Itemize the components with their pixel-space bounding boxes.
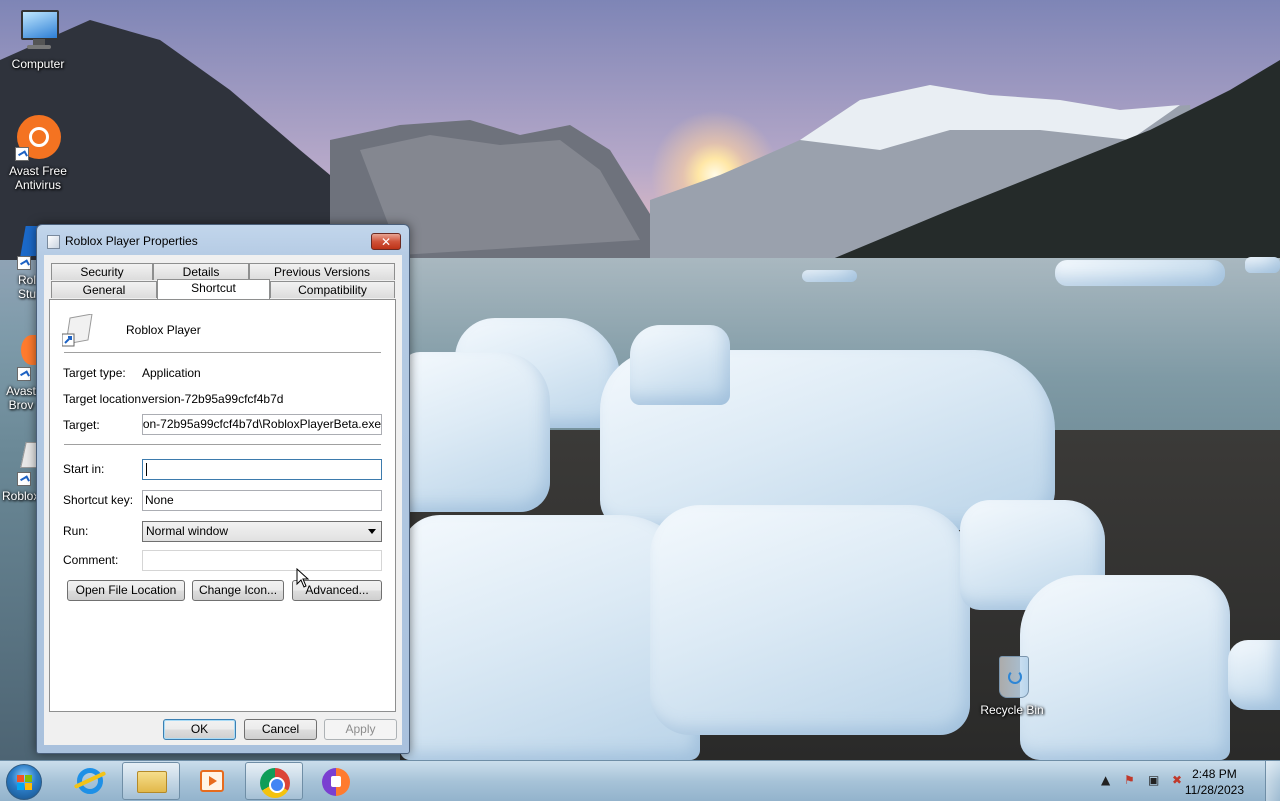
title-bar[interactable]: Roblox Player Properties ✕ <box>37 225 409 257</box>
desktop-icon-computer[interactable]: Computer <box>0 8 76 71</box>
start-in-input[interactable] <box>142 459 382 480</box>
network-icon[interactable]: ▣ <box>1148 773 1159 787</box>
tab-previous-versions[interactable]: Previous Versions <box>249 263 395 280</box>
ice-block <box>650 505 970 735</box>
avast-icon <box>15 115 61 161</box>
ice-floe <box>1055 260 1225 286</box>
recycle-bin-icon <box>989 654 1035 700</box>
open-file-location-button[interactable]: Open File Location <box>67 580 185 601</box>
clock-time: 2:48 PM <box>1192 767 1237 781</box>
run-select[interactable]: Normal window <box>142 521 382 542</box>
computer-icon <box>15 8 61 54</box>
ice-floe <box>802 270 857 282</box>
windows-logo-icon <box>17 775 24 782</box>
cancel-button[interactable]: Cancel <box>244 719 317 740</box>
target-location-value: version-72b95a99cfcf4b7d <box>142 392 284 406</box>
volume-muted-icon[interactable]: ✖ <box>1172 773 1182 787</box>
play-icon <box>209 776 217 786</box>
close-button[interactable]: ✕ <box>371 233 401 250</box>
dialog-title: Roblox Player Properties <box>65 234 198 248</box>
show-hidden-icons-button[interactable]: ▲ <box>1101 773 1110 787</box>
target-type-label: Target type: <box>63 366 126 380</box>
windows-logo-icon <box>25 775 32 782</box>
desktop-icon-label: Computer <box>11 57 65 71</box>
ok-button[interactable]: OK <box>163 719 236 740</box>
tab-details[interactable]: Details <box>153 263 249 280</box>
text-cursor <box>146 463 147 477</box>
windows-logo-icon <box>25 783 32 790</box>
comment-label: Comment: <box>63 553 119 567</box>
taskbar-chrome[interactable] <box>245 762 303 800</box>
shortcut-arrow-icon <box>15 147 29 161</box>
target-input-text: version-72b95a99cfcf4b7d\RobloxPlayerBet… <box>142 417 381 431</box>
avast-browser-icon <box>0 335 43 381</box>
tab-shortcut[interactable]: Shortcut <box>157 279 270 299</box>
taskbar: ▲ ⚑ ▣ ✖ 2:48 PM 11/28/2023 <box>0 760 1280 801</box>
tab-security[interactable]: Security <box>51 263 153 280</box>
ice-block <box>1020 575 1230 760</box>
apply-button[interactable]: Apply <box>324 719 397 740</box>
desktop-icon-avast-antivirus[interactable]: Avast Free Antivirus <box>0 115 76 192</box>
shortcut-arrow-icon <box>17 256 31 270</box>
desktop-icon-label: Avast Brov <box>6 384 36 412</box>
roblox-studio-icon <box>0 224 42 270</box>
app-name: Roblox Player <box>126 323 201 337</box>
tab-general[interactable]: General <box>51 281 157 298</box>
roblox-player-icon <box>62 314 93 347</box>
desktop-icon-label: Recycle Bin <box>980 703 1044 717</box>
taskbar-media-player[interactable] <box>183 762 241 800</box>
target-input[interactable]: version-72b95a99cfcf4b7d\RobloxPlayerBet… <box>142 414 382 435</box>
tab-compatibility[interactable]: Compatibility <box>270 281 395 298</box>
shortcut-key-label: Shortcut key: <box>63 493 134 507</box>
taskbar-internet-explorer[interactable] <box>61 762 119 800</box>
comment-input[interactable] <box>142 550 382 571</box>
taskbar-avast-secure-browser[interactable] <box>307 762 365 800</box>
ice-block <box>400 352 550 512</box>
taskbar-windows-explorer[interactable] <box>122 762 180 800</box>
dropdown-arrow-icon <box>368 529 376 534</box>
start-in-label: Start in: <box>63 462 105 476</box>
clock-date: 11/28/2023 <box>1184 783 1244 797</box>
show-desktop-button[interactable] <box>1265 761 1280 801</box>
start-button[interactable] <box>6 764 42 800</box>
divider <box>64 444 381 446</box>
run-select-value: Normal window <box>146 524 229 538</box>
action-center-flag-icon[interactable]: ⚑ <box>1124 773 1135 787</box>
divider <box>64 352 381 354</box>
shortcut-file-icon <box>47 235 60 249</box>
target-label: Target: <box>63 418 100 432</box>
windows-logo-icon <box>17 783 24 790</box>
target-type-value: Application <box>142 366 201 380</box>
desktop-icon-recycle-bin[interactable]: Recycle Bin <box>974 654 1050 717</box>
ice-floe <box>1245 257 1280 273</box>
lock-icon <box>331 776 341 787</box>
shortcut-tab-panel: Roblox Player Target type: Application T… <box>49 299 396 712</box>
properties-dialog: Roblox Player Properties ✕ Security Deta… <box>36 224 410 754</box>
change-icon-button[interactable]: Change Icon... <box>192 580 284 601</box>
folder-icon <box>137 771 167 793</box>
dialog-client-area: Security Details Previous Versions Gener… <box>44 255 402 745</box>
run-label: Run: <box>63 524 89 538</box>
ice-block <box>1228 640 1280 710</box>
system-clock[interactable]: 2:48 PM 11/28/2023 <box>1185 766 1244 798</box>
desktop-icon-label: Avast Free Antivirus <box>9 164 67 192</box>
roblox-icon <box>0 440 46 486</box>
shortcut-arrow-icon <box>17 367 31 381</box>
shortcut-key-input[interactable]: None <box>142 490 382 511</box>
ice-block <box>630 325 730 405</box>
mouse-cursor-icon <box>296 568 310 588</box>
shortcut-arrow-icon <box>17 472 31 486</box>
chrome-icon <box>269 777 285 793</box>
target-location-label: Target location: <box>63 392 145 406</box>
